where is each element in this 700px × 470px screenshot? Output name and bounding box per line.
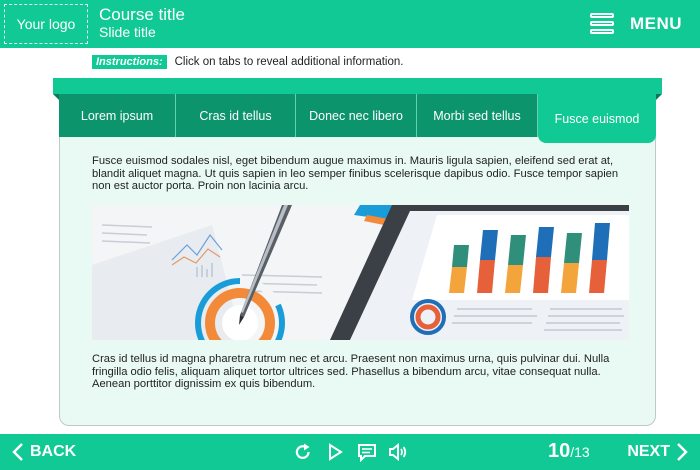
content-paragraph-1: Fusce euismod sodales nisl, eget bibendu… bbox=[92, 155, 619, 193]
footer-bar: BACK 10 /13 NEXT bbox=[0, 434, 700, 470]
slide-title: Slide title bbox=[99, 24, 156, 40]
slide-counter: 10 /13 bbox=[548, 440, 590, 463]
business-charts-image bbox=[92, 205, 629, 340]
header-bar: Your logo Course title Slide title MENU bbox=[0, 0, 700, 48]
subtitles-icon[interactable] bbox=[357, 442, 377, 462]
instructions: Instructions: Click on tabs to reveal ad… bbox=[92, 55, 403, 69]
next-label: NEXT bbox=[627, 443, 670, 460]
total-slides: /13 bbox=[570, 444, 590, 460]
tab-fusce-euismod[interactable]: Fusce euismod bbox=[538, 94, 656, 143]
tab-cras-id-tellus[interactable]: Cras id tellus bbox=[176, 94, 296, 137]
hamburger-menu-icon bbox=[589, 13, 614, 35]
banner-fold-right bbox=[656, 94, 662, 100]
back-button[interactable]: BACK bbox=[12, 434, 76, 470]
instructions-text: Click on tabs to reveal additional infor… bbox=[174, 56, 404, 68]
tab-lorem-ipsum[interactable]: Lorem ipsum bbox=[59, 94, 176, 137]
next-button[interactable]: NEXT bbox=[627, 434, 688, 470]
tab-morbi-sed-tellus[interactable]: Morbi sed tellus bbox=[417, 94, 538, 137]
volume-icon[interactable] bbox=[388, 442, 408, 462]
current-slide-number: 10 bbox=[548, 440, 571, 462]
menu-button[interactable]: MENU bbox=[589, 12, 682, 36]
menu-label: MENU bbox=[629, 14, 682, 33]
tab-bar: Lorem ipsum Cras id tellus Donec nec lib… bbox=[59, 94, 656, 143]
instructions-label: Instructions: bbox=[92, 55, 167, 69]
course-title: Course title bbox=[99, 5, 185, 24]
tab-banner bbox=[53, 78, 662, 94]
content-paragraph-2: Cras id tellus id magna pharetra rutrum … bbox=[92, 353, 610, 391]
tab-donec-nec-libero[interactable]: Donec nec libero bbox=[296, 94, 417, 137]
logo[interactable]: Your logo bbox=[4, 4, 88, 44]
back-label: BACK bbox=[30, 443, 77, 460]
chevron-left-icon bbox=[12, 443, 23, 461]
replay-icon[interactable] bbox=[293, 442, 313, 462]
chevron-right-icon bbox=[677, 443, 688, 461]
play-icon[interactable] bbox=[325, 442, 345, 462]
